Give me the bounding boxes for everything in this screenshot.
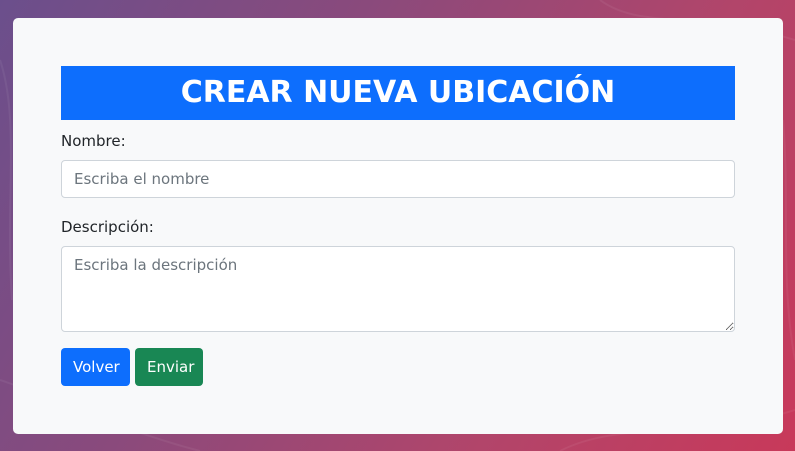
description-label: Descripción: (61, 218, 154, 236)
page-title: CREAR NUEVA UBICACIÓN (61, 66, 735, 120)
name-label: Nombre: (61, 132, 126, 150)
form-card: CREAR NUEVA UBICACIÓN Nombre: Descripció… (13, 18, 783, 434)
submit-button[interactable]: Enviar (135, 348, 203, 386)
back-button[interactable]: Volver (61, 348, 130, 386)
name-input[interactable] (61, 160, 735, 198)
description-textarea[interactable] (61, 246, 735, 332)
